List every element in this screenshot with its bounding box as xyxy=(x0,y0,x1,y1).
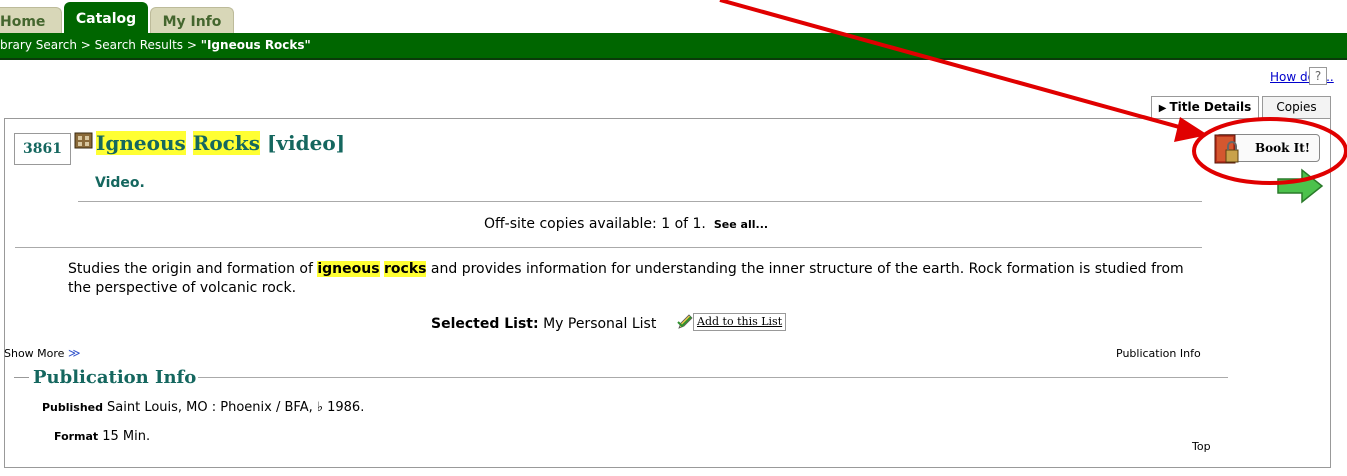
divider xyxy=(78,201,1202,202)
published-row: Published Saint Louis, MO : Phoenix / BFA… xyxy=(42,400,364,415)
pencil-check-icon xyxy=(677,314,693,329)
record-summary: Studies the origin and formation of igne… xyxy=(68,260,1208,298)
help-icon[interactable]: ? xyxy=(1309,67,1327,85)
summary-text-start: Studies the origin and formation of xyxy=(68,261,318,277)
divider xyxy=(198,377,1229,378)
next-arrow-icon[interactable] xyxy=(1276,168,1324,204)
tab-title-details[interactable]: ▶ Title Details xyxy=(1151,96,1259,118)
breadcrumb-path[interactable]: brary Search > Search Results > xyxy=(0,38,201,52)
breadcrumb: brary Search > Search Results > "Igneous… xyxy=(0,33,1347,60)
add-to-list-button[interactable]: Add to this List xyxy=(677,313,787,331)
chevron-double-down-icon: ≫ xyxy=(67,346,81,360)
publication-info-heading: Publication Info xyxy=(14,367,1229,388)
summary-highlight-2: rocks xyxy=(384,261,427,277)
tab-home[interactable]: Home xyxy=(0,7,62,35)
title-suffix: [video] xyxy=(266,131,346,155)
triangle-right-icon: ▶ xyxy=(1158,103,1167,114)
format-value: 15 Min. xyxy=(102,429,151,444)
tab-my-info[interactable]: My Info xyxy=(150,7,234,35)
summary-highlight-1: igneous xyxy=(317,261,380,277)
offsite-copies: Off-site copies available: 1 of 1. See al… xyxy=(484,216,768,232)
selected-list: Selected List: My Personal List xyxy=(431,316,656,332)
selected-list-label: Selected List: xyxy=(431,316,539,332)
record-number: 3861 xyxy=(14,133,71,165)
format-row: Format 15 Min. xyxy=(54,429,150,444)
tab-title-details-label: Title Details xyxy=(1169,100,1252,114)
main-tabs: Home Catalog My Info xyxy=(0,0,236,35)
book-lock-icon xyxy=(1214,134,1239,164)
see-all-link[interactable]: See all... xyxy=(714,218,768,231)
title-highlight-2: Rocks xyxy=(192,131,260,155)
annotation-arrow-line xyxy=(719,0,1191,132)
divider xyxy=(14,377,29,378)
format-label: Format xyxy=(54,430,99,443)
show-more-toggle[interactable]: Show More ≫ xyxy=(4,346,81,360)
record-title[interactable]: Igneous Rocks [video] xyxy=(96,131,345,155)
published-label: Published xyxy=(42,401,104,414)
record-format: Video. xyxy=(95,175,145,191)
publication-info-link[interactable]: Publication Info xyxy=(1116,347,1201,360)
publication-info-title: Publication Info xyxy=(33,367,197,388)
offsite-copies-text: Off-site copies available: 1 of 1. xyxy=(484,216,706,232)
top-link[interactable]: Top xyxy=(1192,440,1211,453)
tab-copies[interactable]: Copies xyxy=(1262,96,1331,118)
divider xyxy=(15,247,1202,248)
book-it-label: Book It! xyxy=(1255,141,1311,155)
film-icon xyxy=(74,132,93,149)
show-more-label: Show More xyxy=(4,347,65,360)
breadcrumb-current: "Igneous Rocks" xyxy=(200,38,311,52)
published-value: Saint Louis, MO : Phoenix / BFA, ♭ 1986. xyxy=(107,400,365,415)
title-highlight-1: Igneous xyxy=(96,131,186,155)
add-to-list-label: Add to this List xyxy=(693,313,787,331)
tab-catalog[interactable]: Catalog xyxy=(64,2,148,35)
selected-list-value[interactable]: My Personal List xyxy=(543,316,656,332)
